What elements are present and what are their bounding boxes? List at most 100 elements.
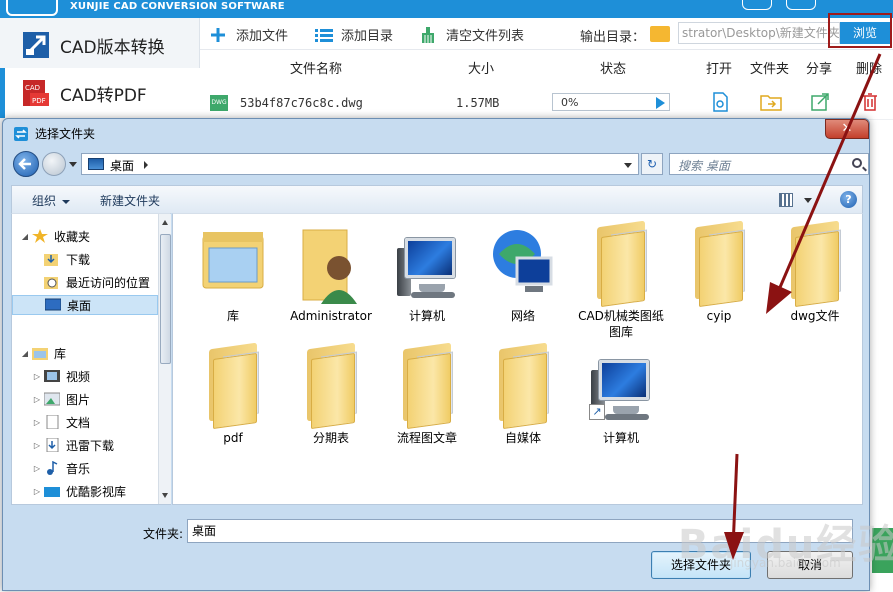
nav-tree-label: 最近访问的位置 [66,275,151,290]
tree-expander-icon[interactable]: ▷ [32,464,42,473]
nav-tree-item[interactable]: ▷ 优酷影视库 [12,481,158,501]
cad-version-icon [22,31,50,59]
folder-item-label: dwg文件 [790,309,840,323]
folder-shape [403,342,459,430]
nav-tree-label: 桌面 [67,298,92,313]
play-icon[interactable] [656,97,665,109]
folder-item-label: 计算机 [408,309,445,323]
search-input[interactable]: 搜索 桌面 [669,153,869,175]
scroll-up-icon[interactable] [162,220,168,225]
nav-tree-item[interactable]: ▷ 迅雷下载 [12,435,158,455]
folder-item-label: 分期表 [312,431,349,445]
folder-shape [695,220,751,308]
add-file-button[interactable]: 添加文件 [210,25,288,44]
app-logo-icon [6,0,58,16]
search-icon[interactable] [852,158,862,168]
pictures-library-icon [43,392,61,406]
nav-tree-item[interactable]: ▷ 文档 [12,412,158,432]
nav-scrollbar[interactable] [158,214,171,504]
folder-item[interactable]: 计算机 [379,222,475,342]
maximize-button[interactable] [786,0,816,10]
folder-item-label: 网络 [510,309,535,323]
folder-item[interactable]: ↗ 计算机 [573,344,669,464]
breadcrumb-chevron-icon[interactable] [144,161,148,169]
sidebar-item-cad-to-pdf[interactable]: CAD PDF CAD转PDF [0,68,200,118]
open-file-icon[interactable] [710,92,730,112]
folder-item[interactable]: cyip [671,220,767,342]
forward-button[interactable] [42,152,66,176]
minimize-button[interactable] [742,0,772,10]
tree-expander-icon[interactable]: ▷ [32,418,42,427]
nav-tree-label: 下载 [66,252,91,267]
delete-icon[interactable] [860,92,880,112]
dialog-close-button[interactable]: ✕ [825,119,869,139]
sidebar-item-label: CAD转PDF [60,85,147,106]
sidebar-item-label: CAD版本转换 [60,37,165,58]
column-header-name: 文件名称 [290,62,343,77]
folder-item-label: 自媒体 [504,431,541,445]
folder-item-label: pdf [223,431,243,445]
view-mode-icon[interactable] [779,193,793,207]
tree-expander-icon[interactable]: ▷ [32,487,42,496]
nav-tree-item[interactable]: 下载 [12,249,158,269]
dialog-title-bar: 选择文件夹 [13,125,95,142]
folder-shape [209,342,265,430]
folder-item[interactable]: 库 [185,222,281,342]
view-dropdown-icon[interactable] [804,198,812,203]
folder-item[interactable]: dwg文件 [767,220,863,342]
folder-item[interactable]: 网络 [475,222,571,342]
help-icon[interactable]: ? [840,191,857,208]
nav-tree-item[interactable]: ◢ 收藏夹 [12,226,158,246]
refresh-button[interactable]: ↻ [641,153,663,175]
recent-pages-dropdown[interactable] [69,162,77,167]
folder-item-label: 计算机 [602,431,639,445]
open-folder-icon[interactable] [760,92,782,112]
sidebar-item-cad-version[interactable]: CAD版本转换 [0,20,200,70]
folder-content-view: 库 Administrator 计算机 网络 CAD机械类图纸图库 cyip dwg文件 pd… [172,213,863,505]
folder-icon [201,342,265,430]
nav-tree-item[interactable]: 桌面 [12,295,158,315]
tree-expander-icon[interactable]: ▷ [32,441,42,450]
share-icon[interactable] [810,92,830,112]
organize-menu[interactable]: 组织 [32,192,71,209]
column-header-open: 打开 [706,62,733,77]
library-icon [201,224,265,304]
folder-item[interactable]: 自媒体 [475,342,571,464]
download-library-icon [44,437,60,453]
breadcrumb[interactable]: 桌面 [110,157,134,174]
folder-shape [307,342,363,430]
column-header-folder: 文件夹 [750,62,790,77]
folder-icon [783,220,847,308]
address-dropdown-icon[interactable] [624,163,632,168]
desktop-icon [88,158,104,170]
address-bar[interactable]: 桌面 [81,153,639,175]
list-icon [315,27,333,43]
nav-tree-item[interactable]: ▷ 图片 [12,389,158,409]
nav-tree-item[interactable]: ▷ 音乐 [12,458,158,478]
folder-item[interactable]: pdf [185,342,281,464]
nav-tree-item[interactable]: ▷ 视频 [12,366,158,386]
table-row[interactable]: DWG 53b4f87c76c8c.dwg 1.57MB 0% [200,86,893,120]
scroll-down-icon[interactable] [162,493,168,498]
new-folder-button[interactable]: 新建文件夹 [100,192,160,209]
tree-expander-icon[interactable]: ▷ [32,395,42,404]
tree-expander-icon[interactable]: ◢ [20,232,30,241]
nav-tree-item[interactable]: ◢ 库 [12,343,158,363]
refresh-icon: ↻ [646,157,658,171]
tree-expander-icon[interactable]: ▷ [32,372,42,381]
clear-list-button[interactable]: 清空文件列表 [420,25,524,44]
nav-tree-item[interactable]: 最近访问的位置 [12,272,158,292]
output-path-field[interactable]: strator\Desktop\新建文件夹 [678,22,840,44]
add-folder-button[interactable]: 添加目录 [315,25,393,44]
back-arrow-icon [18,158,31,170]
scroll-thumb[interactable] [160,234,171,364]
folder-item[interactable]: Administrator [283,222,379,342]
folder-item[interactable]: 流程图文章 [379,342,475,464]
tree-expander-icon[interactable]: ◢ [20,349,30,358]
nav-tree-label: 迅雷下载 [66,438,115,453]
back-button[interactable] [13,151,39,177]
folder-item[interactable]: 分期表 [283,342,379,464]
folder-item-label: CAD机械类图纸图库 [578,309,664,339]
folder-item[interactable]: CAD机械类图纸图库 [573,220,669,342]
recent-places-icon [44,275,60,289]
